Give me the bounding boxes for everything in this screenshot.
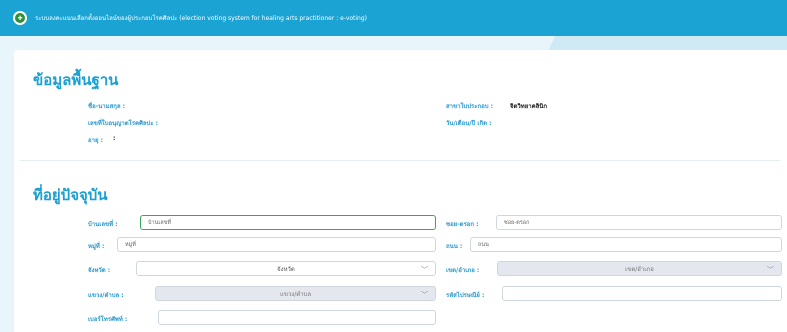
road-input[interactable]: ถนน [470, 237, 782, 252]
subdistrict-label: แขวง/ตำบล : [88, 292, 124, 299]
chevron-down-icon: ﹀ [421, 266, 428, 274]
soi-input[interactable]: ซอย-ตรอก [496, 215, 782, 230]
soi-placeholder: ซอย-ตรอก [504, 219, 530, 226]
house-no-input[interactable]: บ้านเลขที่ [140, 215, 436, 230]
moo-placeholder: หมู่ที่ [125, 241, 136, 248]
district-value: เขต/อำเภอ [625, 265, 654, 273]
phone-label: เบอร์โทรศัพท์ : [88, 316, 128, 323]
road-placeholder: ถนน [478, 241, 489, 248]
chevron-down-icon: ﹀ [421, 291, 428, 299]
branch-value: จิตวิทยาคลินิก [510, 103, 548, 110]
subdistrict-select[interactable]: แขวง/ตำบล ﹀ [155, 286, 436, 301]
road-label: ถนน : [446, 243, 463, 250]
province-value: จังหวัด [277, 265, 295, 273]
province-label: จังหวัด : [88, 267, 111, 274]
house-no-placeholder: บ้านเลขที่ [148, 219, 171, 226]
logo-emblem: ✚ [15, 13, 25, 23]
soi-label: ซอย-ตรอก : [446, 221, 479, 228]
moo-input[interactable]: หมู่ที่ [117, 237, 436, 252]
section-divider [20, 160, 780, 161]
house-no-label: บ้านเลขที่ : [88, 221, 118, 228]
basic-info-title: ข้อมูลพื้นฐาน [33, 71, 119, 89]
logo: ✚ [13, 11, 27, 25]
age-value: : [113, 135, 116, 142]
district-select[interactable]: เขต/อำเภอ ﹀ [497, 261, 782, 276]
age-label: อายุ : [88, 137, 103, 144]
name-label: ชื่อ-นามสกุล : [88, 103, 126, 110]
moo-label: หมู่ที่ : [88, 243, 105, 250]
app-title: ระบบลงคะแนนเลือกตั้งออนไลน์ของผู้ประกอบโ… [35, 15, 368, 22]
province-select[interactable]: จังหวัด ﹀ [136, 261, 436, 276]
address-title: ที่อยู่ปัจจุบัน [33, 186, 108, 204]
top-bar: ✚ ระบบลงคะแนนเลือกตั้งออนไลน์ของผู้ประกอ… [0, 0, 787, 36]
dob-label: วัน/เดือน/ปี เกิด : [446, 120, 492, 127]
chevron-down-icon: ﹀ [767, 266, 774, 274]
postcode-label: รหัสไปรษณีย์ : [446, 292, 485, 299]
subdistrict-value: แขวง/ตำบล [279, 290, 312, 298]
postcode-input[interactable] [502, 286, 782, 301]
district-label: เขต/อำเภอ : [446, 267, 480, 274]
phone-input[interactable] [158, 310, 436, 325]
license-label: เลขที่ใบอนุญาตโรคศิลปะ : [88, 120, 159, 127]
branch-label: สาขาใบประกอบ : [446, 103, 494, 110]
